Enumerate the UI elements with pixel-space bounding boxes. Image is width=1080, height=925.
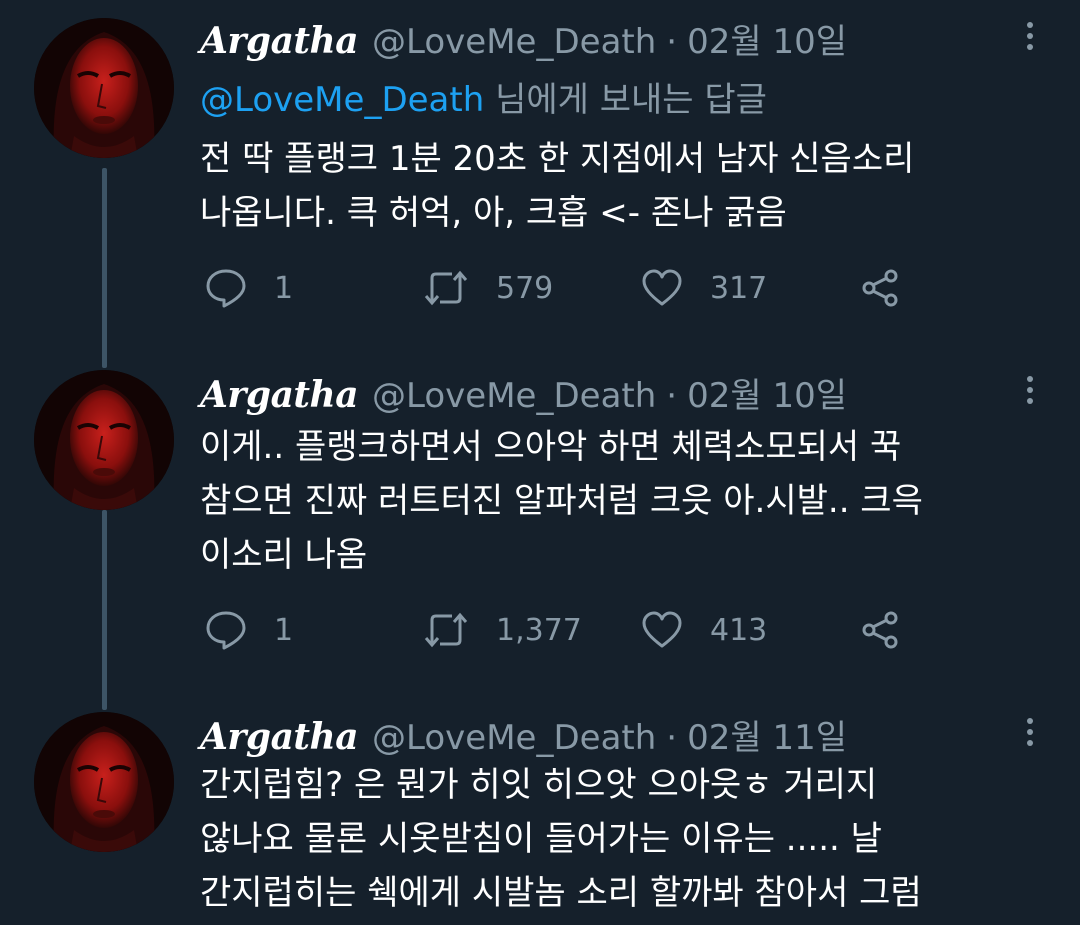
retweet-button[interactable]: 1,377 [422,608,582,652]
tweet-actions: 1 1,377 413 [204,608,924,652]
tweet-date[interactable]: 02월 10일 [687,368,847,417]
share-icon [858,268,902,308]
reply-to-mention[interactable]: @LoveMe_Death [200,80,484,120]
more-vertical-icon[interactable] [1018,710,1042,754]
reply-to-label: 님에게 보내는 답글 [484,80,767,120]
tweet-text-line: 나옵니다. 큭 허억, 아, 크흡 <- 존나 굵음 [200,193,787,233]
tweet-header: Argatha @LoveMe_Death · 02월 10일 [200,14,1020,62]
separator-dot: · [666,376,678,416]
tweet-text-line: 않나요 물론 시옷받침이 들어가는 이유는 ..... 날 [200,819,882,859]
retweet-button[interactable]: 579 [422,266,553,310]
reply-count: 1 [274,270,294,306]
share-button[interactable] [858,608,902,652]
tweet-text: 전 딱 플랭크 1분 20초 한 지점에서 남자 신음소리 나옵니다. 큭 허억… [200,132,1040,240]
avatar[interactable] [34,712,174,852]
tweet-text: 간지럽힘? 은 뭔가 히잇 히으앗 으아읏ㅎ 거리지 않나요 물론 시옷받침이 … [200,758,1040,920]
retweet-count: 1,377 [496,612,582,648]
reply-button[interactable]: 1 [204,608,293,652]
like-count: 413 [710,612,768,648]
like-icon [640,610,684,650]
tweet-actions: 1 579 317 [204,266,924,310]
tweet-text-line: 간지럽히는 쉑에게 시발놈 소리 할까봐 참아서 그럼 [200,873,922,913]
tweet-text-line: 이소리 나옴 [200,535,368,575]
tweet-date[interactable]: 02월 11일 [687,710,847,759]
tweet-thread: Argatha @LoveMe_Death · 02월 10일 @LoveMe_… [0,0,1080,925]
retweet-icon [422,610,470,650]
tweet-text: 이게.. 플랭크하면서 으아악 하면 체력소모되서 꾹 참으면 진짜 러트터진 … [200,420,1040,582]
retweet-icon [422,268,470,308]
tweet[interactable]: Argatha @LoveMe_Death · 02월 11일 간지럽힘? 은 … [0,700,1080,925]
tweet[interactable]: Argatha @LoveMe_Death · 02월 10일 이게.. 플랭크… [0,360,1080,700]
like-count: 317 [710,270,768,306]
tweet-header: Argatha @LoveMe_Death · 02월 10일 [200,368,1020,416]
reply-to-line: @LoveMe_Death 님에게 보내는 답글 [200,72,767,121]
like-button[interactable]: 413 [640,608,767,652]
reply-icon [204,610,248,650]
share-icon [858,610,902,650]
share-button[interactable] [858,266,902,310]
avatar[interactable] [34,18,174,158]
retweet-count: 579 [496,270,554,306]
avatar[interactable] [34,370,174,510]
display-name[interactable]: Argatha [200,716,359,758]
tweet-header: Argatha @LoveMe_Death · 02월 11일 [200,710,1020,758]
tweet-text-line: 간지럽힘? 은 뭔가 히잇 히으앗 으아읏ㅎ 거리지 [200,765,878,805]
like-icon [640,268,684,308]
separator-dot: · [666,22,678,62]
tweet-text-line: 이게.. 플랭크하면서 으아악 하면 체력소모되서 꾹 [200,427,902,467]
reply-icon [204,268,248,308]
tweet-date[interactable]: 02월 10일 [687,14,847,63]
display-name[interactable]: Argatha [200,20,359,62]
more-vertical-icon[interactable] [1018,368,1042,412]
more-vertical-icon[interactable] [1018,14,1042,58]
like-button[interactable]: 317 [640,266,767,310]
user-handle[interactable]: @LoveMe_Death [372,718,656,758]
user-handle[interactable]: @LoveMe_Death [372,22,656,62]
tweet[interactable]: Argatha @LoveMe_Death · 02월 10일 @LoveMe_… [0,0,1080,360]
tweet-text-line: 참으면 진짜 러트터진 알파처럼 크읏 아.시발.. 크윽 [200,481,923,521]
display-name[interactable]: Argatha [200,374,359,416]
reply-button[interactable]: 1 [204,266,293,310]
separator-dot: · [666,718,678,758]
user-handle[interactable]: @LoveMe_Death [372,376,656,416]
tweet-text-line: 전 딱 플랭크 1분 20초 한 지점에서 남자 신음소리 [200,139,915,179]
reply-count: 1 [274,612,294,648]
